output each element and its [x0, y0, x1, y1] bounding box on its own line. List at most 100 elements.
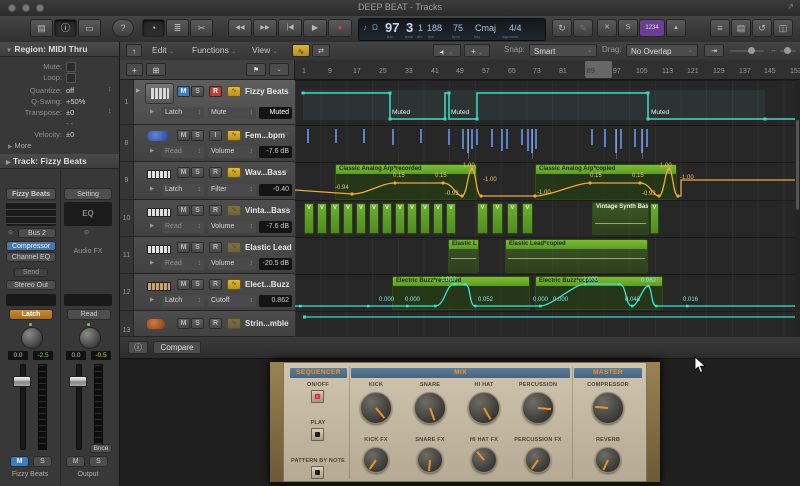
cycle-button[interactable]: ↻ [552, 19, 572, 37]
automation-value[interactable]: Muted [259, 107, 292, 119]
mini-region[interactable]: V [343, 203, 353, 234]
track-on-icon[interactable]: ○ [285, 87, 289, 93]
lane-strings-ensemble[interactable] [295, 311, 800, 337]
lcd-div[interactable]: 1 [418, 23, 423, 33]
strip-solo-button[interactable]: S [33, 456, 52, 467]
catch-playhead-button[interactable]: ↑ [126, 44, 142, 57]
track-solo-button[interactable]: S [191, 205, 204, 216]
lcd-signature[interactable]: 4/4 [509, 23, 522, 33]
forward-button[interactable]: ▶▶ [253, 19, 277, 37]
mini-region[interactable]: V [650, 203, 659, 234]
track-header-fem-bpm[interactable]: 8 M S I ∿ Fem...bpm ○ ▶ Read ↕ Volume ↕ -7… [120, 125, 295, 162]
horizontal-zoom-slider[interactable] [780, 47, 796, 54]
region-mute-checkbox[interactable] [66, 62, 76, 72]
disclosure-right-icon[interactable]: ▶ [136, 88, 140, 94]
automation-value[interactable]: -7.6 dB [259, 146, 292, 158]
automation-line[interactable] [295, 312, 800, 338]
automation-param-dropdown[interactable]: Mute ↕ [208, 107, 256, 119]
automation-mode-dropdown[interactable]: Latch ↕ [162, 295, 204, 307]
info-button[interactable]: ⓘ [128, 341, 148, 354]
track-record-button[interactable]: R [209, 242, 222, 253]
autopunch-button[interactable]: ✎ [573, 19, 593, 37]
automation-toggle-button[interactable]: ∿ [292, 44, 310, 57]
sequencer-play-button[interactable] [311, 428, 324, 441]
disclosure-right-icon[interactable]: ▶ [150, 223, 154, 229]
disclosure-right-icon[interactable]: ▶ [150, 260, 154, 266]
track-name[interactable]: Strin...mble [245, 319, 289, 328]
sequencer-onoff-button[interactable] [311, 390, 324, 403]
track-record-button[interactable]: R [209, 318, 222, 329]
pan-value[interactable]: 0.0 [8, 351, 28, 360]
pattern-by-note-button[interactable] [311, 466, 324, 479]
automation-value[interactable]: 0.862 [259, 295, 292, 307]
hihatfx-knob[interactable] [471, 447, 497, 473]
lane-fem-bpm[interactable] [295, 125, 800, 162]
reverb-knob[interactable] [595, 447, 621, 473]
kickfx-knob[interactable] [363, 447, 389, 473]
audio-track-icon[interactable] [147, 131, 169, 141]
track-solo-button[interactable]: S [191, 242, 204, 253]
fullscreen-icon[interactable]: ↗ [787, 2, 794, 11]
drum-machine-icon[interactable] [145, 83, 174, 104]
list-editors-button[interactable]: ≡ [710, 19, 730, 37]
track-mute-button[interactable]: M [177, 130, 190, 141]
command-click-tool-menu[interactable]: + ⌄ [464, 44, 490, 57]
automation-value[interactable]: -7.6 dB [259, 221, 292, 233]
compressor-knob[interactable] [592, 392, 624, 424]
audio-fx-slot[interactable]: Audio FX [64, 241, 112, 262]
quick-help-button[interactable]: ▭ [78, 19, 101, 37]
mini-region[interactable]: V [304, 203, 314, 234]
lcd-tempo[interactable]: 75 [453, 23, 463, 33]
automation-badge-icon[interactable]: ∿ [227, 318, 241, 329]
pan-value-output[interactable]: 0.0 [66, 351, 86, 360]
track-inspector-header[interactable]: ▶ Track: Fizzy Beats [0, 154, 119, 169]
output-slot[interactable]: Stereo Out [6, 280, 56, 290]
track-mute-button[interactable]: M [177, 205, 190, 216]
metronome-button[interactable]: ▲ [666, 19, 686, 37]
eq-thumbnail-output[interactable]: EQ [64, 202, 112, 226]
insert-slot-channel-eq[interactable]: Channel EQ [6, 252, 56, 262]
mini-region[interactable]: V [420, 203, 430, 234]
disclosure-right-icon[interactable]: ▶ [150, 148, 154, 154]
automation-mode-latch[interactable]: Latch [9, 309, 53, 320]
library-button[interactable]: ▤ [30, 19, 53, 37]
automation-param-dropdown[interactable]: Volume ↕ [208, 146, 256, 158]
setting-button[interactable]: Setting [64, 188, 112, 200]
vertical-scrollbar[interactable] [795, 80, 800, 337]
track-name[interactable]: Elect...Buzz [245, 280, 289, 289]
automation-mode-read[interactable]: Read [67, 309, 111, 320]
strings-icon[interactable] [147, 319, 165, 329]
snap-dropdown[interactable]: Smart ⌄ [529, 44, 597, 57]
bar-ruler[interactable]: 1 9 17 25 33 41 49 57 65 73 81 89 97 105… [295, 60, 800, 80]
track-zoom-preset-button[interactable]: ⌄ [269, 63, 289, 76]
track-on-icon[interactable]: ○ [285, 243, 289, 249]
track-header-electric-buzz[interactable]: 12 M S R ∿ Elect...Buzz ○ ▶ Latch ↕ Cutof… [120, 274, 295, 311]
region-elastic-lead-copied[interactable]: Elastic Lead*copied [505, 239, 648, 273]
vertical-zoom-handle[interactable] [748, 47, 755, 54]
track-on-icon[interactable]: ○ [285, 206, 289, 212]
editors-button[interactable]: ✂ [190, 19, 213, 37]
eq-thumbnail[interactable] [6, 202, 56, 226]
solo-button[interactable]: S [618, 19, 638, 37]
track-header-wav-bass[interactable]: 9 M S R ∿ Wav...Bass ○ ▶ Latch ↕ Filter ↕ … [120, 162, 295, 200]
track-name[interactable]: Fem...bpm [245, 131, 285, 140]
region-inspector-header[interactable]: ▼ Region: MIDI Thru [0, 42, 119, 57]
volume-fader-cap[interactable] [13, 376, 31, 387]
percussion-knob[interactable] [522, 392, 554, 424]
mini-region[interactable]: V [382, 203, 392, 234]
track-name[interactable]: Fizzy Beats [245, 87, 289, 96]
track-sort-button[interactable]: ⚑ [246, 63, 266, 76]
snare-knob[interactable] [414, 392, 446, 424]
pointer-tool-menu[interactable]: ➤ ⌄ [433, 44, 461, 57]
mute-automation-curve[interactable] [295, 81, 800, 126]
synth-keyboard-icon[interactable] [147, 245, 171, 254]
track-record-button[interactable]: R [209, 205, 222, 216]
disclosure-right-icon[interactable]: ▶ [150, 297, 154, 303]
strip-mute-button[interactable]: M [10, 456, 29, 467]
track-on-icon[interactable]: ○ [285, 319, 289, 325]
kick-knob[interactable] [360, 392, 392, 424]
channel-name-button[interactable]: Fizzy Beats [6, 188, 56, 200]
level-value-output[interactable]: -0.5 [91, 351, 111, 360]
midi-draw-button[interactable]: ⇄ [312, 44, 330, 57]
mini-region[interactable]: V [446, 203, 456, 234]
